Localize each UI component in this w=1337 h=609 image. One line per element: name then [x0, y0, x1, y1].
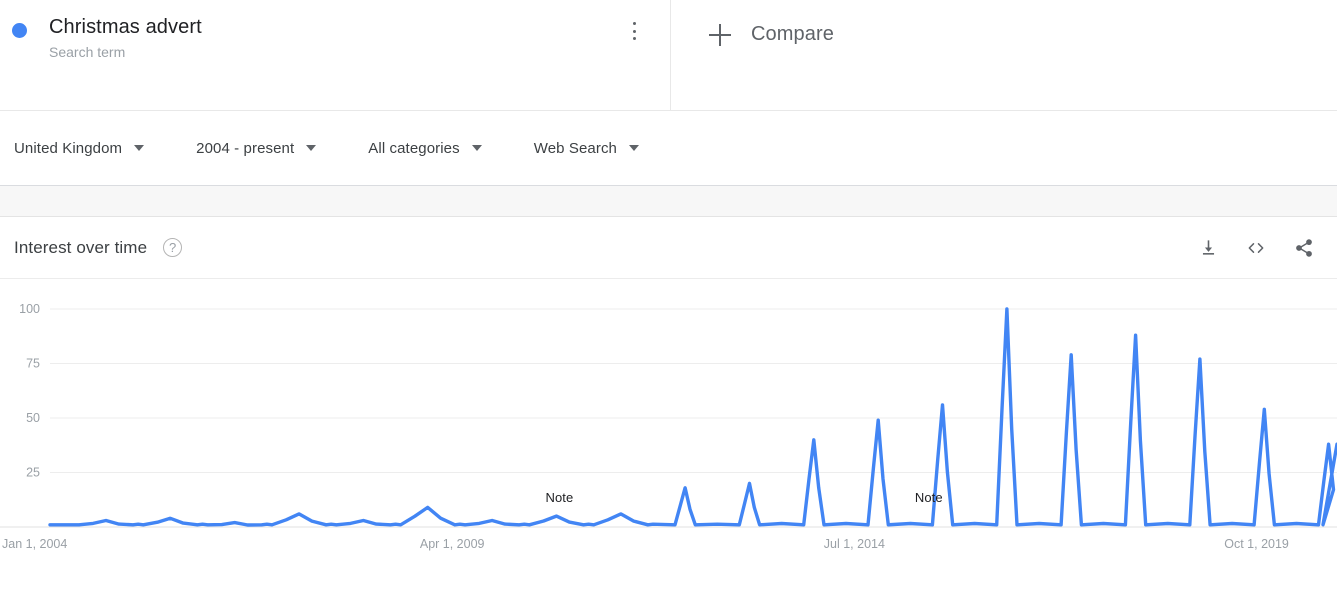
svg-text:25: 25 — [26, 466, 40, 480]
svg-text:50: 50 — [26, 411, 40, 425]
chart-plot-area[interactable]: 25 50 75 100 Jan 1, 2004 Apr 1, 2009 Jul 1, 20… — [0, 279, 1337, 609]
filter-search-type-label: Web Search — [533, 139, 617, 157]
chevron-down-icon — [471, 145, 482, 151]
filter-location[interactable]: United Kingdom — [14, 139, 145, 157]
share-icon[interactable] — [1291, 235, 1317, 261]
search-term-card[interactable]: Christmas advert Search term — [0, 0, 671, 111]
search-term-bar: Christmas advert Search term Compare — [0, 0, 1337, 111]
chevron-down-icon — [306, 145, 317, 151]
kebab-menu-icon[interactable] — [625, 20, 643, 42]
search-term-subtitle: Search term — [49, 44, 126, 60]
embed-icon[interactable] — [1243, 235, 1269, 261]
filter-bar: United Kingdom 2004 - present All catego… — [0, 111, 1337, 186]
search-term-title: Christmas advert — [49, 16, 202, 38]
note-annotation[interactable]: Note — [545, 490, 573, 505]
filter-location-label: United Kingdom — [14, 139, 123, 157]
svg-text:Oct 1, 2019: Oct 1, 2019 — [1224, 537, 1289, 551]
interest-over-time-card: Interest over time ? 25 50 75 100 Jan 1,… — [0, 217, 1337, 609]
add-comparison-button[interactable]: Compare — [709, 23, 834, 46]
download-icon[interactable] — [1195, 235, 1221, 261]
series-color-dot — [12, 23, 27, 38]
compare-panel: Compare — [671, 0, 1337, 110]
svg-text:Jan 1, 2004: Jan 1, 2004 — [2, 537, 67, 551]
filter-time-range-label: 2004 - present — [196, 139, 295, 157]
chevron-down-icon — [629, 145, 639, 151]
compare-label: Compare — [751, 23, 834, 45]
help-circle-icon[interactable]: ? — [163, 238, 183, 257]
svg-text:100: 100 — [19, 302, 40, 316]
section-gap — [0, 186, 1337, 217]
filter-category-label: All categories — [368, 139, 460, 157]
svg-text:75: 75 — [26, 357, 40, 371]
chart-card-header: Interest over time ? — [0, 217, 1337, 279]
note-annotation[interactable]: Note — [915, 490, 943, 505]
chart-title: Interest over time — [14, 237, 148, 257]
chevron-down-icon — [134, 145, 145, 151]
filter-time-range[interactable]: 2004 - present — [196, 139, 317, 157]
search-term-text: Christmas advert Search term — [49, 14, 202, 61]
plus-icon — [709, 23, 731, 46]
svg-text:Jul 1, 2014: Jul 1, 2014 — [824, 537, 885, 551]
filter-category[interactable]: All categories — [368, 139, 482, 157]
svg-text:Apr 1, 2009: Apr 1, 2009 — [420, 537, 485, 551]
filter-search-type[interactable]: Web Search — [534, 140, 639, 157]
trends-line-chart[interactable]: 25 50 75 100 Jan 1, 2004 Apr 1, 2009 Jul 1, 20… — [0, 279, 1337, 609]
